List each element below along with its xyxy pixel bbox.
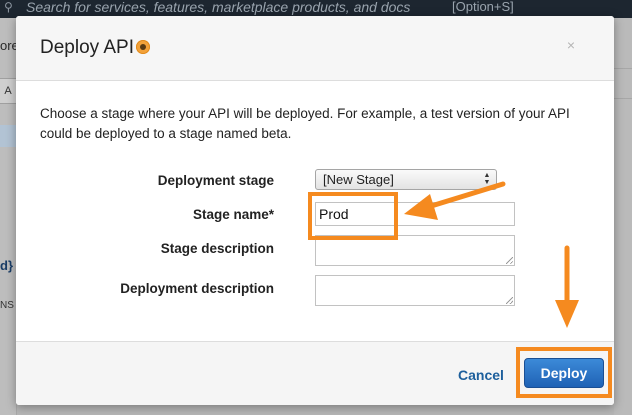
deployment-stage-value: [New Stage] xyxy=(323,172,394,187)
stage-name-label: Stage name* xyxy=(192,207,274,222)
background-tab: A xyxy=(0,78,17,104)
dialog-header: Deploy API × xyxy=(16,16,614,81)
background-link-fragment: d} xyxy=(0,258,13,273)
dialog-title: Deploy API xyxy=(40,37,134,58)
deployment-description-label: Deployment description xyxy=(120,281,274,296)
annotation-highlight-stage-name xyxy=(308,192,398,240)
info-icon[interactable] xyxy=(136,40,150,54)
deployment-stage-select[interactable]: [New Stage] ▲ ▼ xyxy=(315,169,497,190)
annotation-highlight-deploy xyxy=(516,347,612,398)
stage-description-label: Stage description xyxy=(160,241,274,256)
deployment-description-textarea[interactable] xyxy=(315,275,515,306)
deployment-stage-label: Deployment stage xyxy=(157,173,274,188)
search-icon: ⚲ xyxy=(4,0,13,14)
background-text-fragment-2: NS xyxy=(0,300,14,311)
resize-grip-icon[interactable] xyxy=(506,257,513,264)
divider xyxy=(614,98,632,99)
search-input[interactable]: Search for services, features, marketpla… xyxy=(26,0,410,14)
dialog-description: Choose a stage where your API will be de… xyxy=(40,106,570,141)
resize-grip-icon[interactable] xyxy=(506,297,513,304)
cancel-button[interactable]: Cancel xyxy=(458,367,504,383)
select-arrows-icon: ▲ ▼ xyxy=(483,172,491,186)
search-shortcut-hint: [Option+S] xyxy=(452,0,514,14)
console-right-panel xyxy=(614,18,632,415)
close-icon[interactable]: × xyxy=(564,38,578,52)
background-selected-row xyxy=(0,125,16,147)
divider xyxy=(614,68,632,69)
